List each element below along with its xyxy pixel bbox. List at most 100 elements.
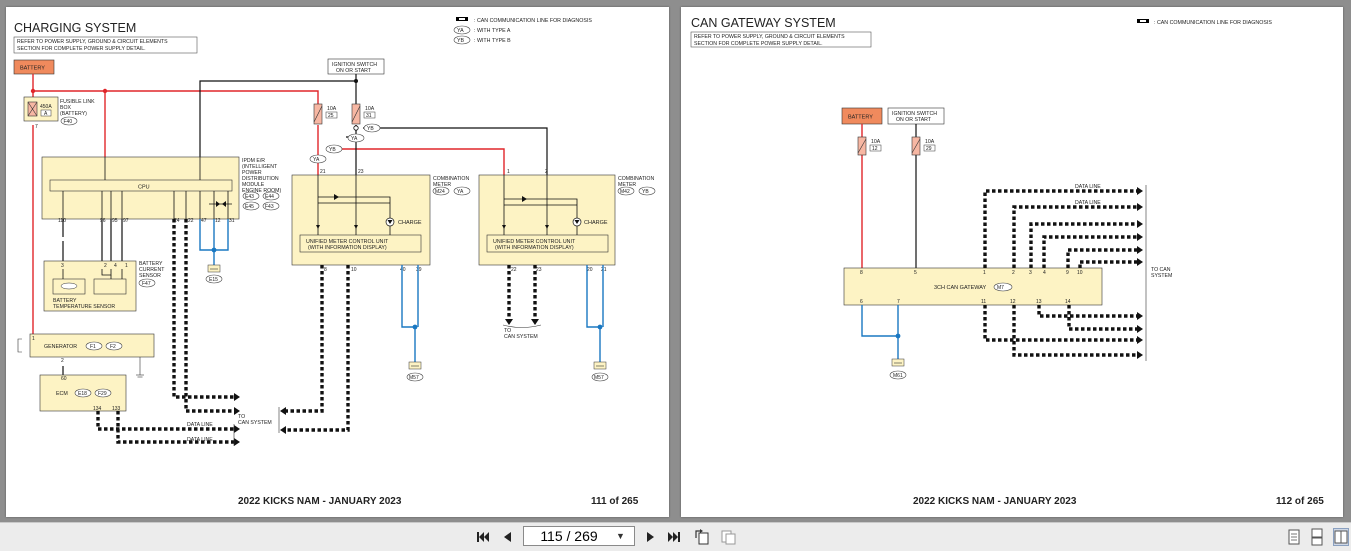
first-page-button[interactable] bbox=[474, 527, 492, 547]
svg-text:: CAN COMMUNICATION LINE FOR D: : CAN COMMUNICATION LINE FOR DIAGNOSIS bbox=[474, 18, 592, 24]
last-page-button[interactable] bbox=[665, 527, 683, 547]
data-line-label: DATA LINE bbox=[1075, 184, 1101, 190]
previous-page-button[interactable] bbox=[499, 527, 515, 547]
svg-text:CHARGE: CHARGE bbox=[398, 220, 422, 226]
single-page-view-button[interactable] bbox=[1287, 528, 1303, 546]
svg-text:20: 20 bbox=[587, 267, 593, 273]
svg-text:E45: E45 bbox=[245, 204, 254, 210]
page-number-field[interactable]: ▼ bbox=[523, 526, 635, 546]
ground-m57-a: M57 bbox=[406, 361, 424, 382]
can-gateway-m7: 3CH CAN GATEWAY M7 8 5 1 2 3 4 9 10 6 7 … bbox=[843, 267, 1103, 306]
svg-text:3: 3 bbox=[1029, 270, 1032, 276]
single-page-view-icon bbox=[1288, 529, 1300, 545]
svg-text:96: 96 bbox=[100, 218, 106, 224]
page-title: CHARGING SYSTEM bbox=[14, 21, 136, 35]
chevron-down-icon[interactable]: ▼ bbox=[616, 531, 625, 541]
svg-text:M57: M57 bbox=[409, 375, 419, 381]
svg-text:23: 23 bbox=[536, 267, 542, 273]
svg-text:10A: 10A bbox=[871, 139, 881, 145]
svg-text:M57: M57 bbox=[594, 375, 604, 381]
svg-text:4: 4 bbox=[1043, 270, 1046, 276]
note-text: REFER TO POWER SUPPLY, GROUND & CIRCUIT … bbox=[17, 39, 168, 45]
page-number-input[interactable] bbox=[524, 528, 614, 544]
svg-text:YA: YA bbox=[457, 28, 464, 34]
facing-pages-view-icon bbox=[1334, 530, 1348, 544]
fit-page-icon bbox=[721, 530, 736, 545]
ground-m57-b: M57 bbox=[591, 361, 609, 382]
data-line-label: DATA LINE bbox=[187, 437, 213, 443]
svg-text:F29: F29 bbox=[98, 391, 107, 397]
svg-text:110: 110 bbox=[58, 218, 66, 224]
svg-text:40: 40 bbox=[400, 267, 406, 273]
battery-label: BATTERY bbox=[20, 66, 45, 72]
svg-text:14: 14 bbox=[1065, 299, 1071, 305]
footer-page-number: 112 of 265 bbox=[1276, 496, 1324, 507]
svg-text:2: 2 bbox=[545, 169, 548, 175]
svg-text:1: 1 bbox=[983, 270, 986, 276]
navigation-toolbar: ▼ bbox=[0, 522, 1351, 551]
svg-text:2: 2 bbox=[1012, 270, 1015, 276]
footer-page-number: 111 of 265 bbox=[591, 496, 639, 507]
svg-text:21: 21 bbox=[601, 267, 607, 273]
battery-current-sensor: 3 2 4 1 BATTERY TEMPERATURE SENSOR BATTE… bbox=[43, 260, 165, 312]
continuous-view-button[interactable] bbox=[1310, 528, 1326, 546]
svg-text:: WITH TYPE B: : WITH TYPE B bbox=[474, 38, 511, 44]
svg-text:F40: F40 bbox=[64, 119, 73, 125]
data-line-label: DATA LINE bbox=[1075, 200, 1101, 206]
cpu-label: CPU bbox=[138, 185, 150, 191]
svg-text:39: 39 bbox=[416, 267, 422, 273]
svg-text:YA: YA bbox=[351, 136, 358, 142]
svg-text:450A: 450A bbox=[40, 104, 52, 110]
svg-text:97: 97 bbox=[123, 218, 129, 224]
generator: 1 2 GENERATOR F1 F2 bbox=[17, 333, 155, 378]
charging-system-diagram: CHARGING SYSTEM REFER TO POWER SUPPLY, G… bbox=[13, 17, 656, 507]
fit-page-button[interactable] bbox=[718, 527, 738, 547]
svg-text:SENSOR: SENSOR bbox=[139, 273, 161, 279]
svg-text:(WITH INFORMATION DISPLAY): (WITH INFORMATION DISPLAY) bbox=[495, 245, 574, 251]
next-page-button[interactable] bbox=[643, 527, 659, 547]
svg-text:3CH CAN GATEWAY: 3CH CAN GATEWAY bbox=[934, 285, 986, 291]
svg-text:10: 10 bbox=[1077, 270, 1083, 276]
data-line-label: DATA LINE bbox=[187, 422, 213, 428]
svg-text:M61: M61 bbox=[893, 373, 903, 379]
svg-text:M24: M24 bbox=[435, 189, 445, 195]
svg-text:YA: YA bbox=[313, 157, 320, 163]
combination-meter-m24: UNIFIED METER CONTROL UNIT (WITH INFORMA… bbox=[291, 169, 471, 273]
svg-text:23: 23 bbox=[358, 169, 364, 175]
svg-text:8: 8 bbox=[860, 270, 863, 276]
note-text: SECTION FOR COMPLETE POWER SUPPLY DETAIL… bbox=[17, 46, 146, 52]
facing-pages-view-button[interactable] bbox=[1333, 528, 1349, 546]
ipdm-er: CPU IPDM E/R (INTELLIGENT POWER DISTRIBU… bbox=[41, 156, 281, 224]
svg-text:22: 22 bbox=[511, 267, 517, 273]
rotate-button[interactable] bbox=[692, 527, 712, 547]
page-111: CHARGING SYSTEM REFER TO POWER SUPPLY, G… bbox=[6, 7, 669, 517]
rotate-icon bbox=[695, 529, 709, 545]
legend: : CAN COMMUNICATION LINE FOR DIAGNOSIS Y… bbox=[453, 17, 592, 45]
to-can-label: SYSTEM bbox=[1151, 273, 1172, 279]
fuse-29: 10A 29 bbox=[911, 136, 936, 156]
svg-text:YA: YA bbox=[457, 189, 464, 195]
svg-text:1: 1 bbox=[507, 169, 510, 175]
svg-text:F1: F1 bbox=[90, 344, 96, 350]
svg-text:CHARGE: CHARGE bbox=[584, 220, 608, 226]
svg-text:10: 10 bbox=[351, 267, 357, 273]
previous-page-icon bbox=[504, 532, 511, 542]
svg-text:1: 1 bbox=[32, 336, 35, 342]
ecm: 60 ECM E18 F29 134 133 bbox=[39, 374, 127, 412]
svg-text:E15: E15 bbox=[209, 277, 218, 283]
combination-meter-m42: UNIFIED METER CONTROL UNIT (WITH INFORMA… bbox=[478, 169, 656, 273]
fuse-31: 10A 31 bbox=[351, 103, 376, 125]
to-can-label: CAN SYSTEM bbox=[238, 420, 272, 426]
svg-text:47: 47 bbox=[201, 218, 207, 224]
svg-text:M42: M42 bbox=[620, 189, 630, 195]
legend: : CAN COMMUNICATION LINE FOR DIAGNOSIS bbox=[1137, 19, 1272, 26]
footer-title: 2022 KICKS NAM - JANUARY 2023 bbox=[913, 496, 1077, 507]
svg-text:GENERATOR: GENERATOR bbox=[44, 344, 77, 350]
fusible-link-box: 450A A 7 FUSIBLE LINK BOX (BATTERY) F40 bbox=[23, 96, 95, 130]
fuse-12: 10A 12 bbox=[857, 136, 882, 156]
svg-text:M7: M7 bbox=[997, 285, 1004, 291]
svg-text:E43: E43 bbox=[245, 194, 254, 200]
svg-text:31: 31 bbox=[366, 113, 372, 119]
can-gateway-diagram: CAN GATEWAY SYSTEM REFER TO POWER SUPPLY… bbox=[690, 16, 1324, 507]
svg-text:8: 8 bbox=[324, 267, 327, 273]
